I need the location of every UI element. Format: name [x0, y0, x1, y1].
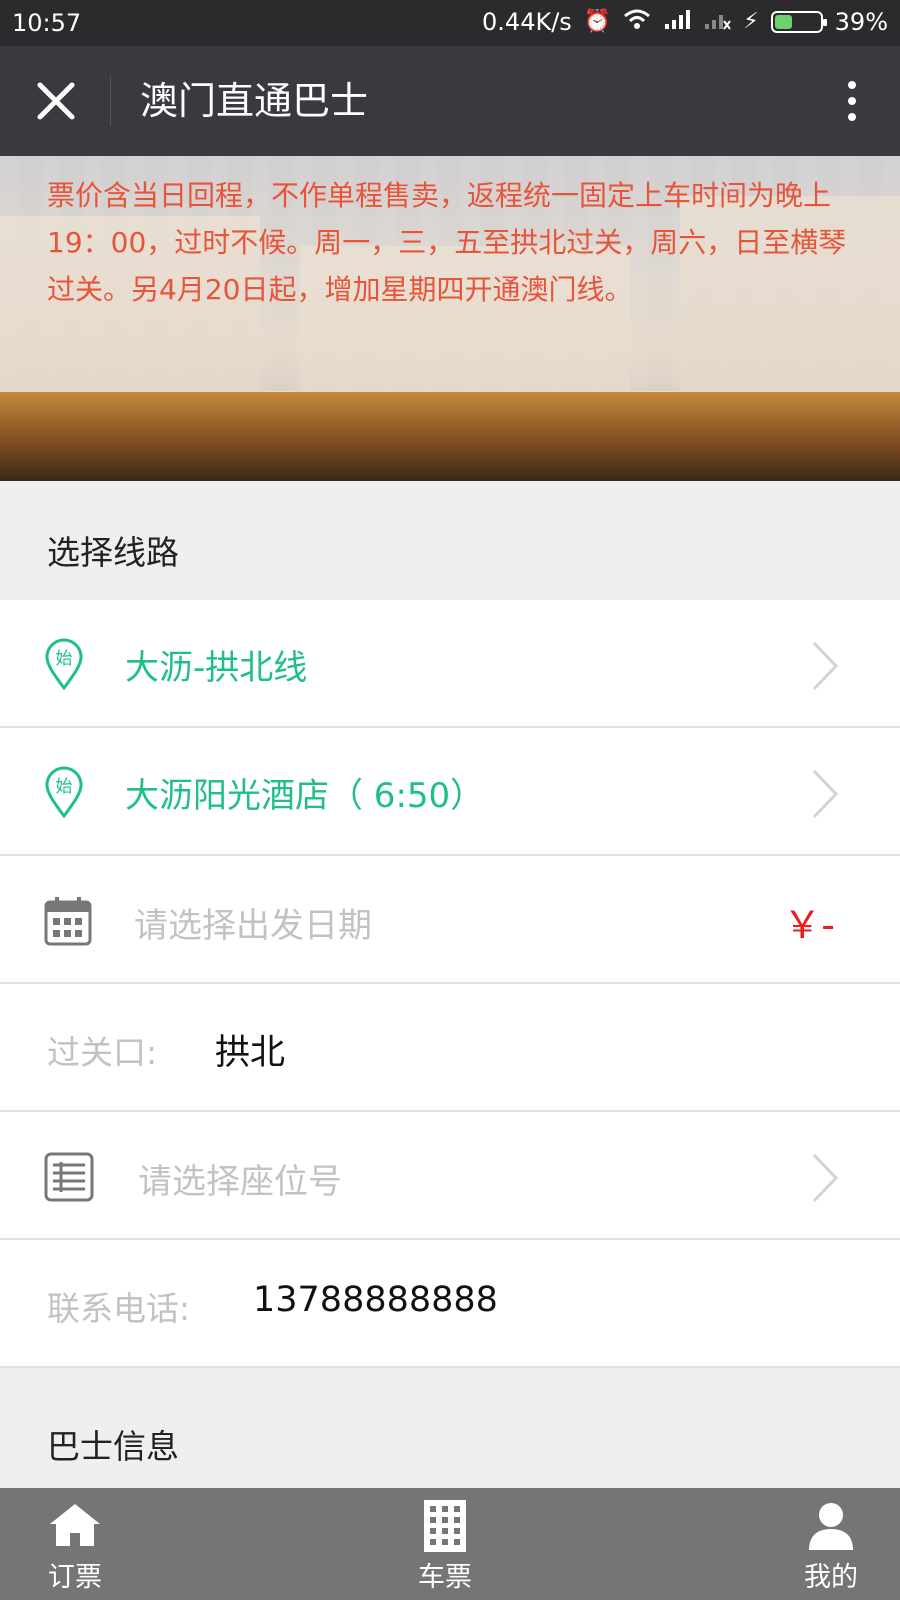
wifi-icon	[623, 8, 651, 36]
route-select-row[interactable]: 始 大沥-拱北线	[0, 600, 900, 728]
close-button[interactable]	[28, 76, 84, 126]
tab-mine[interactable]: 我的	[786, 1488, 876, 1600]
bottom-tab-bar: 订票 车票 我的	[0, 1488, 900, 1600]
calendar-icon	[44, 896, 92, 950]
checkpoint-value: 拱北	[215, 1033, 286, 1073]
route-label: 大沥-拱北线	[125, 648, 308, 688]
price-value: ￥-	[783, 903, 835, 947]
tab-label: 订票	[48, 1562, 102, 1593]
nav-bar: 澳门直通巴士	[0, 46, 900, 156]
checkpoint-label: 过关口:	[47, 1033, 158, 1072]
start-pin-icon: 始	[44, 638, 84, 694]
banner-plaza	[0, 391, 900, 481]
chevron-right-icon	[810, 768, 840, 824]
page-title: 澳门直通巴士	[140, 79, 369, 123]
chevron-right-icon	[810, 640, 840, 696]
seat-select-row[interactable]: 请选择座位号	[0, 1112, 900, 1240]
checkpoint-row: 过关口: 拱北	[0, 984, 900, 1112]
phone-label: 联系电话:	[47, 1289, 191, 1328]
tab-book[interactable]: 订票	[30, 1488, 120, 1600]
tab-tickets[interactable]: 车票	[400, 1488, 490, 1600]
seat-placeholder: 请选择座位号	[138, 1162, 342, 1202]
banner-image: 票价含当日回程，不作单程售卖，返程统一固定上车时间为晚上19：00，过时不候。周…	[0, 156, 900, 481]
date-placeholder: 请选择出发日期	[134, 906, 372, 946]
list-icon	[44, 1152, 94, 1206]
network-speed: 0.44K/s	[482, 8, 572, 36]
more-button[interactable]	[832, 76, 872, 126]
status-bar: 10:57 0.44K/s ⏰ ⚡ 39%	[0, 0, 900, 46]
section-title-route: 选择线路	[47, 533, 179, 572]
start-pin-icon: 始	[44, 766, 84, 822]
chevron-right-icon	[810, 1152, 840, 1208]
notice-text: 票价含当日回程，不作单程售卖，返程统一固定上车时间为晚上19：00，过时不候。周…	[47, 179, 847, 306]
tab-label: 车票	[418, 1562, 472, 1593]
building-icon	[422, 1498, 468, 1558]
status-indicators: 0.44K/s ⏰ ⚡ 39%	[482, 8, 888, 36]
station-select-row[interactable]: 始 大沥阳光酒店（ 6:50）	[0, 728, 900, 856]
svg-text:始: 始	[56, 649, 73, 669]
nav-divider	[110, 76, 111, 126]
charging-icon: ⚡	[743, 9, 759, 34]
home-icon	[48, 1502, 102, 1552]
more-vertical-icon	[848, 81, 856, 89]
station-label: 大沥阳光酒店（ 6:50）	[125, 776, 485, 816]
svg-text:始: 始	[56, 777, 73, 797]
phone-row[interactable]: 联系电话: 13788888888	[0, 1240, 900, 1368]
signal-icon	[663, 8, 691, 36]
tab-label: 我的	[804, 1562, 858, 1593]
battery-icon	[770, 11, 827, 33]
phone-value[interactable]: 13788888888	[253, 1280, 498, 1320]
signal-off-icon	[703, 8, 732, 36]
user-icon	[807, 1502, 855, 1556]
close-icon	[37, 82, 75, 120]
battery-percent: 39%	[834, 8, 888, 36]
alarm-icon: ⏰	[583, 9, 612, 34]
status-time: 10:57	[12, 9, 82, 37]
section-title-bus: 巴士信息	[47, 1427, 179, 1466]
date-select-row[interactable]: 请选择出发日期 ￥-	[0, 856, 900, 984]
